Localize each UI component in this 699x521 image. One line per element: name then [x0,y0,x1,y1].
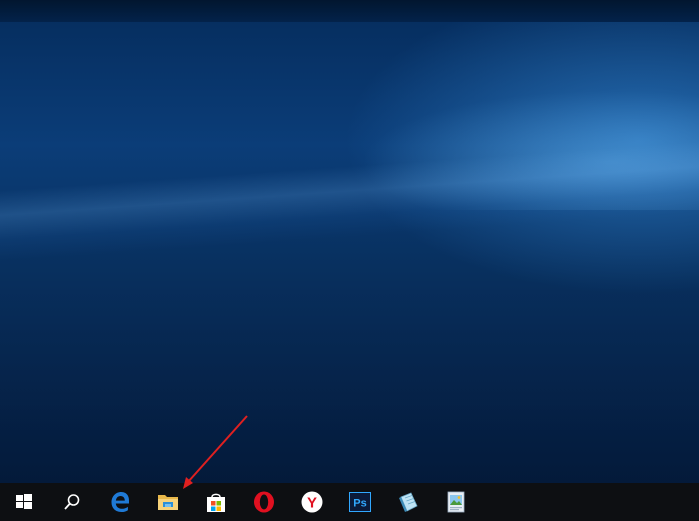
image-viewer-button[interactable] [432,483,480,521]
file-explorer-button[interactable] [144,483,192,521]
edge-icon [111,492,129,512]
opera-icon [254,491,274,513]
edge-button[interactable] [96,483,144,521]
photoshop-icon: Ps [349,492,371,512]
notepad-icon [399,492,418,512]
wallpaper-light-band [0,136,699,264]
search-icon [64,494,80,510]
desktop-wallpaper [0,0,699,483]
yandex-logo-letter: Y [307,495,317,512]
yandex-browser-icon: Y [301,491,323,513]
image-viewer-icon [447,491,465,513]
notepad-button[interactable] [384,483,432,521]
store-icon [207,493,225,512]
folder-icon [158,495,178,510]
windows-logo-icon [16,494,32,509]
taskbar: Y Ps [0,483,699,521]
search-button[interactable] [48,483,96,521]
start-button[interactable] [0,483,48,521]
wallpaper-top-band [0,0,699,22]
store-button[interactable] [192,483,240,521]
photoshop-logo-text: Ps [353,498,366,510]
opera-button[interactable] [240,483,288,521]
photoshop-button[interactable]: Ps [336,483,384,521]
yandex-browser-button[interactable]: Y [288,483,336,521]
